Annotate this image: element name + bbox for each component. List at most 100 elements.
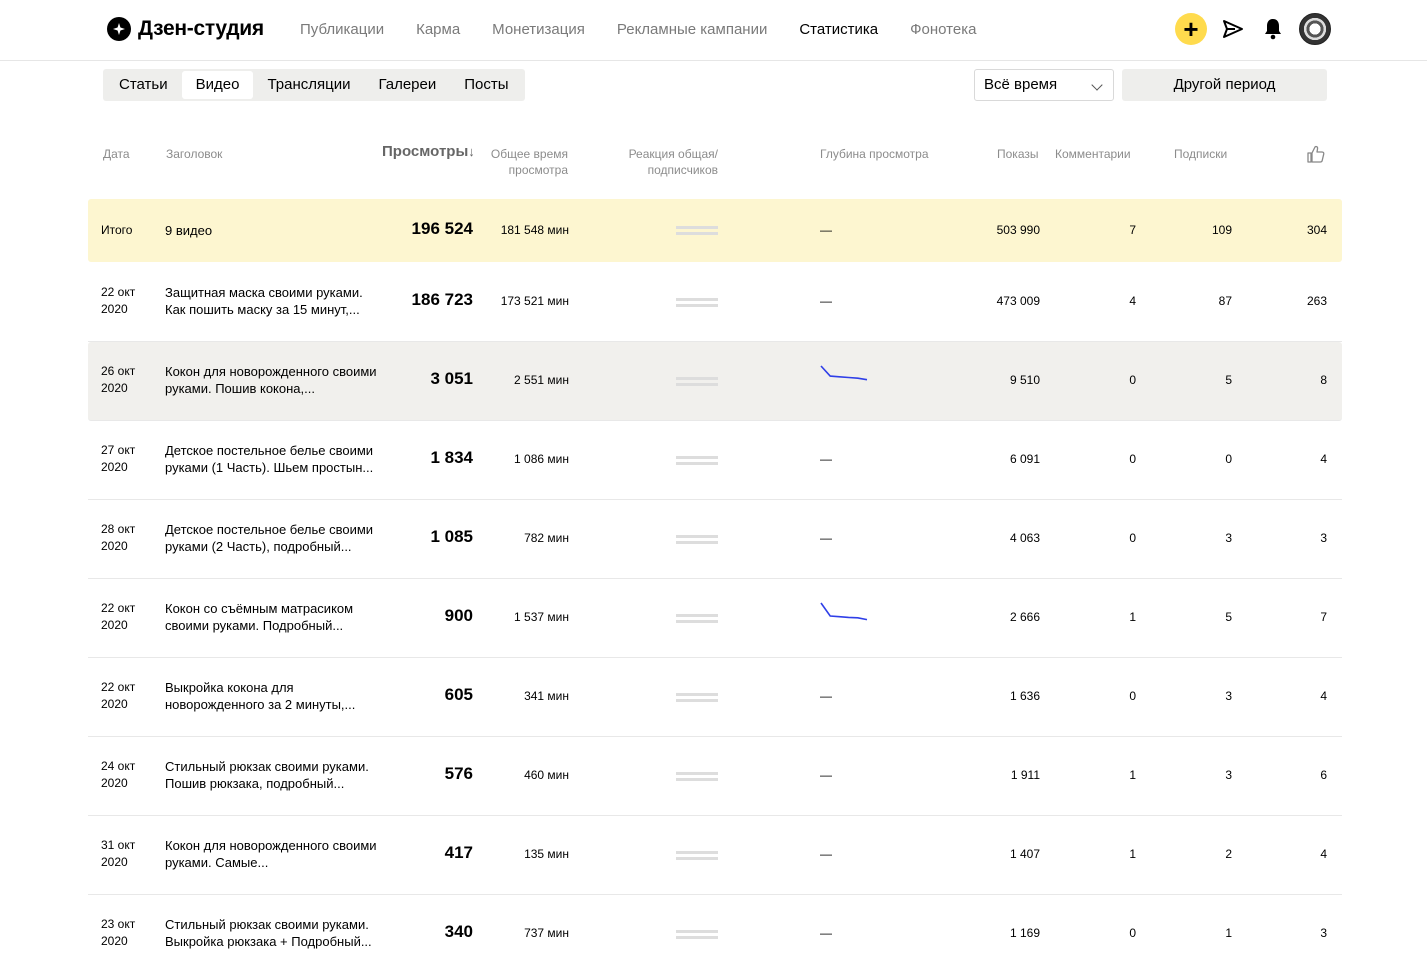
nav-item-monetization[interactable]: Монетизация xyxy=(492,21,585,38)
row-total-time: 1 086 мин xyxy=(514,452,569,466)
tab-galleries[interactable]: Галереи xyxy=(364,71,450,99)
column-header-comments[interactable]: Комментарии xyxy=(1055,146,1131,162)
column-header-subscriptions[interactable]: Подписки xyxy=(1174,146,1227,162)
row-subscriptions: 3 xyxy=(1225,768,1232,782)
row-title[interactable]: Кокон со съёмным матрасиком своими рукам… xyxy=(165,600,385,634)
row-shows: 2 666 xyxy=(1009,610,1040,624)
row-date: 22 окт 2020 xyxy=(101,601,136,632)
row-depth: — xyxy=(820,768,832,782)
create-button[interactable]: + xyxy=(1175,13,1207,45)
table-row[interactable]: 23 окт 2020 Стильный рюкзак своими руками… xyxy=(88,895,1342,961)
total-depth: — xyxy=(820,223,832,237)
column-header-views-label: Просмотры xyxy=(382,143,469,160)
column-header-depth[interactable]: Глубина просмотра xyxy=(820,146,929,162)
avatar[interactable] xyxy=(1299,13,1331,45)
row-date: 31 окт 2020 xyxy=(101,838,136,869)
nav-item-statistics[interactable]: Статистика xyxy=(799,21,878,38)
row-depth-sparkline xyxy=(820,601,868,625)
row-total-time: 460 мин xyxy=(524,768,569,782)
thumbs-up-icon[interactable] xyxy=(1307,145,1325,167)
bell-icon[interactable] xyxy=(1259,13,1287,45)
row-views: 1 834 xyxy=(430,448,473,467)
row-date: 27 окт 2020 xyxy=(101,443,136,474)
row-shows: 4 063 xyxy=(1009,531,1040,545)
row-comments: 1 xyxy=(1129,610,1136,624)
row-likes: 7 xyxy=(1320,610,1327,624)
row-comments: 0 xyxy=(1129,373,1136,387)
row-likes: 263 xyxy=(1306,294,1327,308)
nav-item-publications[interactable]: Публикации xyxy=(300,21,384,38)
total-shows: 503 990 xyxy=(996,223,1040,237)
column-header-title[interactable]: Заголовок xyxy=(166,146,222,162)
row-comments: 4 xyxy=(1129,294,1136,308)
row-title[interactable]: Защитная маска своими руками. Как пошить… xyxy=(165,284,385,318)
total-row: Итого 9 видео 196 524 181 548 мин — 503 … xyxy=(88,199,1342,262)
row-date: 23 окт 2020 xyxy=(101,917,136,948)
row-views: 576 xyxy=(444,764,473,783)
row-likes: 3 xyxy=(1320,926,1327,940)
table-row[interactable]: 28 окт 2020 Детское постельное белье свои… xyxy=(88,500,1342,579)
table-row[interactable]: 26 окт 2020 Кокон для новорожденного свои… xyxy=(88,342,1342,421)
table-row[interactable]: 22 окт 2020 Кокон со съёмным матрасиком с… xyxy=(88,579,1342,658)
row-title[interactable]: Стильный рюкзак своими руками. Пошив рюк… xyxy=(165,758,385,792)
row-total-time: 1 537 мин xyxy=(514,610,569,624)
table-row[interactable]: 22 окт 2020 Защитная маска своими руками.… xyxy=(88,263,1342,342)
row-comments: 0 xyxy=(1129,926,1136,940)
row-likes: 4 xyxy=(1320,847,1327,861)
row-title[interactable]: Стильный рюкзак своими руками. Выкройка … xyxy=(165,916,385,950)
tab-broadcasts[interactable]: Трансляции xyxy=(253,71,364,99)
table-row[interactable]: 27 окт 2020 Детское постельное белье свои… xyxy=(88,421,1342,500)
row-views: 186 723 xyxy=(411,290,473,309)
other-period-button[interactable]: Другой период xyxy=(1122,69,1327,101)
tab-posts[interactable]: Посты xyxy=(450,71,522,99)
column-header-date[interactable]: Дата xyxy=(103,146,130,162)
column-header-total-time[interactable]: Общее время просмотра xyxy=(488,146,568,178)
row-depth: — xyxy=(820,452,832,466)
row-reaction-bar xyxy=(676,693,718,705)
nav-item-karma[interactable]: Карма xyxy=(416,21,460,38)
total-likes: 304 xyxy=(1306,223,1327,237)
row-likes: 6 xyxy=(1320,768,1327,782)
row-total-time: 341 мин xyxy=(524,689,569,703)
nav-item-music-library[interactable]: Фонотека xyxy=(910,21,976,38)
row-subscriptions: 3 xyxy=(1225,531,1232,545)
period-select-value: Всё время xyxy=(984,76,1058,93)
row-title[interactable]: Детское постельное белье своими руками (… xyxy=(165,521,385,555)
row-depth: — xyxy=(820,847,832,861)
send-icon[interactable] xyxy=(1219,13,1247,45)
row-title[interactable]: Выкройка кокона для новорожденного за 2 … xyxy=(165,679,385,713)
row-shows: 1 636 xyxy=(1009,689,1040,703)
table-row[interactable]: 31 окт 2020 Кокон для новорожденного свои… xyxy=(88,816,1342,895)
row-title[interactable]: Кокон для новорожденного своими руками. … xyxy=(165,837,385,871)
row-subscriptions: 3 xyxy=(1225,689,1232,703)
row-comments: 0 xyxy=(1129,689,1136,703)
row-subscriptions: 5 xyxy=(1225,373,1232,387)
nav-item-ad-campaigns[interactable]: Рекламные кампании xyxy=(617,21,767,38)
sort-arrow-icon: ↓ xyxy=(468,144,475,159)
zen-logo-icon xyxy=(107,17,131,41)
row-date: 22 окт 2020 xyxy=(101,285,136,316)
period-select[interactable]: Всё время xyxy=(974,69,1114,101)
row-views: 417 xyxy=(444,843,473,862)
column-header-reaction[interactable]: Реакция общая/ подписчиков xyxy=(620,146,718,178)
row-views: 3 051 xyxy=(430,369,473,388)
row-date: 22 окт 2020 xyxy=(101,680,136,711)
row-likes: 3 xyxy=(1320,531,1327,545)
logo[interactable]: Дзен-студия xyxy=(107,17,264,41)
total-time: 181 548 мин xyxy=(500,223,569,237)
tab-articles[interactable]: Статьи xyxy=(105,71,182,99)
row-title[interactable]: Детское постельное белье своими руками (… xyxy=(165,442,385,476)
row-date: 28 окт 2020 xyxy=(101,522,136,553)
row-title[interactable]: Кокон для новорожденного своими руками. … xyxy=(165,363,385,397)
tab-video[interactable]: Видео xyxy=(181,71,254,99)
row-total-time: 737 мин xyxy=(524,926,569,940)
table-row[interactable]: 24 окт 2020 Стильный рюкзак своими руками… xyxy=(88,737,1342,816)
row-reaction-bar xyxy=(676,851,718,863)
table-row[interactable]: 22 окт 2020 Выкройка кокона для новорожде… xyxy=(88,658,1342,737)
column-header-shows[interactable]: Показы xyxy=(997,146,1038,162)
row-total-time: 782 мин xyxy=(524,531,569,545)
main-nav: Публикации Карма Монетизация Рекламные к… xyxy=(300,21,1008,38)
column-header-views[interactable]: Просмотры↓ xyxy=(382,144,475,160)
row-reaction-bar xyxy=(676,614,718,626)
row-date: 24 окт 2020 xyxy=(101,759,136,790)
